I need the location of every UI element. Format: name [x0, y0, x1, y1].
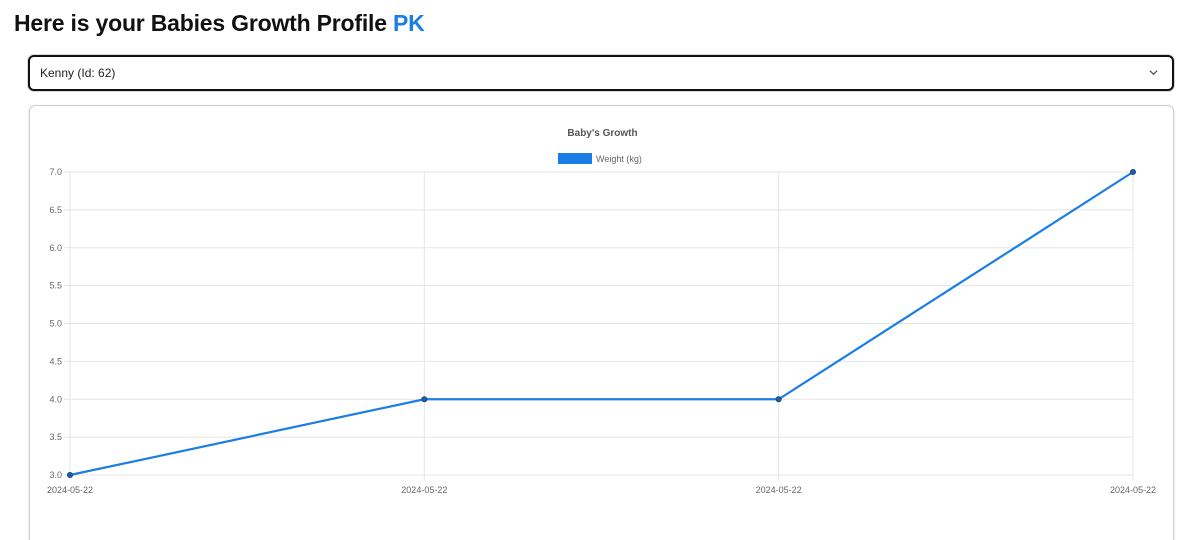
chart-title: Baby's Growth: [567, 128, 637, 139]
x-tick-label: 2024-05-22: [47, 485, 93, 495]
page-title-accent: PK: [393, 10, 425, 36]
y-tick-label: 4.5: [49, 356, 62, 366]
page-title-text: Here is your Babies Growth Profile: [14, 10, 387, 36]
y-tick-label: 3.5: [49, 432, 62, 442]
y-tick-label: 6.0: [49, 243, 62, 253]
x-tick-label: 2024-05-22: [1110, 485, 1156, 495]
page: Here is your Babies Growth Profile PK Ke…: [0, 0, 1200, 540]
y-tick-label: 5.5: [49, 281, 62, 291]
x-tick-label: 2024-05-22: [756, 485, 802, 495]
weight-data-point: [67, 471, 74, 478]
legend-swatch: [558, 153, 592, 164]
chevron-down-icon: [1149, 70, 1158, 76]
y-tick-label: 6.5: [49, 205, 62, 215]
baby-select-value: Kenny (Id: 62): [40, 66, 116, 80]
y-tick-label: 3.0: [49, 470, 62, 480]
weight-data-point: [421, 396, 428, 403]
x-tick-label: 2024-05-22: [401, 485, 447, 495]
y-tick-label: 7.0: [49, 167, 62, 177]
y-tick-label: 5.0: [49, 319, 62, 329]
y-tick-label: 4.0: [49, 394, 62, 404]
growth-chart: Baby's Growth Weight (kg) 3.0 3.5 4.0 4.5 5.0 5…: [47, 128, 1156, 495]
growth-chart-card: Baby's Growth Weight (kg) 3.0 3.5 4.0 4.5 5.0 5…: [29, 105, 1174, 540]
page-title: Here is your Babies Growth Profile PK: [14, 7, 425, 39]
weight-data-point: [1130, 169, 1137, 176]
weight-data-point: [775, 396, 782, 403]
legend-label: Weight (kg): [596, 154, 642, 164]
baby-select[interactable]: Kenny (Id: 62): [28, 55, 1174, 91]
